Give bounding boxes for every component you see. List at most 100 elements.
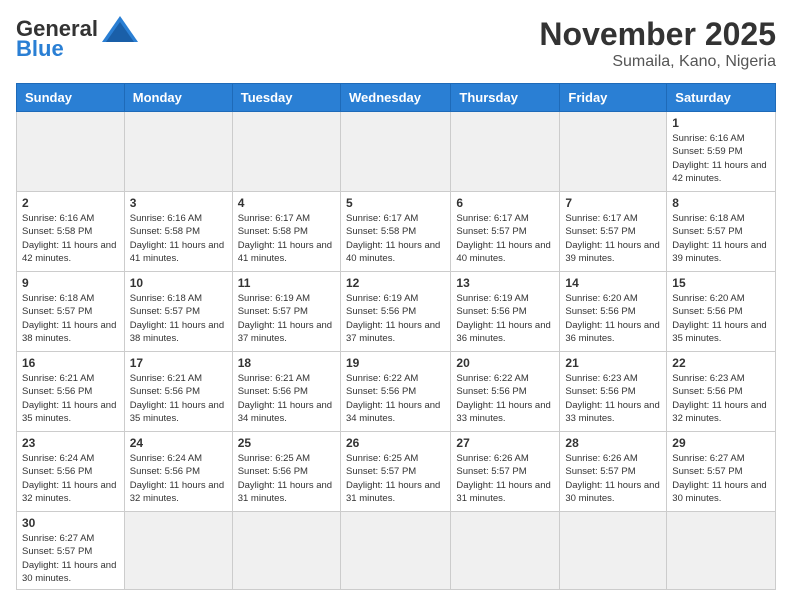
day-info: Sunrise: 6:21 AM Sunset: 5:56 PM Dayligh… — [22, 372, 119, 425]
day-number: 25 — [238, 436, 335, 450]
day-info: Sunrise: 6:17 AM Sunset: 5:57 PM Dayligh… — [565, 212, 661, 265]
day-info: Sunrise: 6:20 AM Sunset: 5:56 PM Dayligh… — [565, 292, 661, 345]
calendar-week-row: 2 Sunrise: 6:16 AM Sunset: 5:58 PM Daylig… — [17, 192, 776, 272]
day-info: Sunrise: 6:25 AM Sunset: 5:56 PM Dayligh… — [238, 452, 335, 505]
day-info: Sunrise: 6:18 AM Sunset: 5:57 PM Dayligh… — [22, 292, 119, 345]
calendar-week-row: 23Sunrise: 6:24 AM Sunset: 5:56 PM Dayli… — [17, 432, 776, 512]
day-number: 1 — [672, 116, 770, 130]
weekday-header-tuesday: Tuesday — [232, 84, 340, 112]
calendar-cell: 20Sunrise: 6:22 AM Sunset: 5:56 PM Dayli… — [451, 352, 560, 432]
calendar-cell: 30Sunrise: 6:27 AM Sunset: 5:57 PM Dayli… — [17, 512, 125, 590]
calendar-cell: 12 Sunrise: 6:19 AM Sunset: 5:56 PM Dayli… — [340, 272, 450, 352]
calendar-cell: 19Sunrise: 6:22 AM Sunset: 5:56 PM Dayli… — [340, 352, 450, 432]
calendar-cell: 14 Sunrise: 6:20 AM Sunset: 5:56 PM Dayli… — [560, 272, 667, 352]
calendar-cell: 3Sunrise: 6:16 AM Sunset: 5:58 PM Daylig… — [124, 192, 232, 272]
day-info: Sunrise: 6:19 AM Sunset: 5:56 PM Dayligh… — [456, 292, 554, 345]
day-info: Sunrise: 6:16 AM Sunset: 5:59 PM Dayligh… — [672, 132, 770, 185]
calendar-cell — [340, 112, 450, 192]
day-number: 6 — [456, 196, 554, 210]
location-title: Sumaila, Kano, Nigeria — [539, 53, 776, 71]
day-info: Sunrise: 6:22 AM Sunset: 5:56 PM Dayligh… — [456, 372, 554, 425]
weekday-header-wednesday: Wednesday — [340, 84, 450, 112]
calendar-cell: 8Sunrise: 6:18 AM Sunset: 5:57 PM Daylig… — [667, 192, 776, 272]
weekday-header-monday: Monday — [124, 84, 232, 112]
day-number: 10 — [130, 276, 227, 290]
calendar-cell: 15 Sunrise: 6:20 AM Sunset: 5:56 PM Dayli… — [667, 272, 776, 352]
day-info: Sunrise: 6:20 AM Sunset: 5:56 PM Dayligh… — [672, 292, 770, 345]
day-number: 17 — [130, 356, 227, 370]
calendar-cell: 6 Sunrise: 6:17 AM Sunset: 5:57 PM Daylig… — [451, 192, 560, 272]
day-number: 27 — [456, 436, 554, 450]
month-title: November 2025 — [539, 16, 776, 53]
day-info: Sunrise: 6:24 AM Sunset: 5:56 PM Dayligh… — [130, 452, 227, 505]
day-number: 9 — [22, 276, 119, 290]
day-number: 2 — [22, 196, 119, 210]
day-info: Sunrise: 6:18 AM Sunset: 5:57 PM Dayligh… — [672, 212, 770, 265]
calendar-cell: 16 Sunrise: 6:21 AM Sunset: 5:56 PM Dayli… — [17, 352, 125, 432]
calendar-cell: 26 Sunrise: 6:25 AM Sunset: 5:57 PM Dayli… — [340, 432, 450, 512]
weekday-header-row: SundayMondayTuesdayWednesdayThursdayFrid… — [17, 84, 776, 112]
calendar-cell: 23Sunrise: 6:24 AM Sunset: 5:56 PM Dayli… — [17, 432, 125, 512]
day-number: 18 — [238, 356, 335, 370]
logo: General Blue — [16, 16, 138, 62]
day-number: 22 — [672, 356, 770, 370]
calendar-cell: 1 Sunrise: 6:16 AM Sunset: 5:59 PM Daylig… — [667, 112, 776, 192]
day-info: Sunrise: 6:21 AM Sunset: 5:56 PM Dayligh… — [238, 372, 335, 425]
calendar-cell: 24 Sunrise: 6:24 AM Sunset: 5:56 PM Dayli… — [124, 432, 232, 512]
calendar-cell: 21Sunrise: 6:23 AM Sunset: 5:56 PM Dayli… — [560, 352, 667, 432]
calendar-week-row: 9 Sunrise: 6:18 AM Sunset: 5:57 PM Daylig… — [17, 272, 776, 352]
day-number: 7 — [565, 196, 661, 210]
weekday-header-thursday: Thursday — [451, 84, 560, 112]
day-info: Sunrise: 6:22 AM Sunset: 5:56 PM Dayligh… — [346, 372, 445, 425]
calendar-cell — [667, 512, 776, 590]
calendar-week-row: 16 Sunrise: 6:21 AM Sunset: 5:56 PM Dayli… — [17, 352, 776, 432]
calendar-table: SundayMondayTuesdayWednesdayThursdayFrid… — [16, 83, 776, 590]
calendar-cell — [560, 512, 667, 590]
day-number: 29 — [672, 436, 770, 450]
calendar-week-row: 30Sunrise: 6:27 AM Sunset: 5:57 PM Dayli… — [17, 512, 776, 590]
day-number: 12 — [346, 276, 445, 290]
calendar-cell: 13 Sunrise: 6:19 AM Sunset: 5:56 PM Dayli… — [451, 272, 560, 352]
calendar-cell: 29 Sunrise: 6:27 AM Sunset: 5:57 PM Dayli… — [667, 432, 776, 512]
day-info: Sunrise: 6:27 AM Sunset: 5:57 PM Dayligh… — [672, 452, 770, 505]
calendar-cell: 7 Sunrise: 6:17 AM Sunset: 5:57 PM Daylig… — [560, 192, 667, 272]
calendar-week-row: 1 Sunrise: 6:16 AM Sunset: 5:59 PM Daylig… — [17, 112, 776, 192]
calendar-cell: 4Sunrise: 6:17 AM Sunset: 5:58 PM Daylig… — [232, 192, 340, 272]
day-number: 13 — [456, 276, 554, 290]
day-info: Sunrise: 6:16 AM Sunset: 5:58 PM Dayligh… — [22, 212, 119, 265]
calendar-cell — [124, 112, 232, 192]
day-number: 24 — [130, 436, 227, 450]
day-number: 26 — [346, 436, 445, 450]
calendar-cell — [124, 512, 232, 590]
calendar-cell — [560, 112, 667, 192]
calendar-cell: 9 Sunrise: 6:18 AM Sunset: 5:57 PM Daylig… — [17, 272, 125, 352]
calendar-cell: 28 Sunrise: 6:26 AM Sunset: 5:57 PM Dayli… — [560, 432, 667, 512]
day-info: Sunrise: 6:26 AM Sunset: 5:57 PM Dayligh… — [565, 452, 661, 505]
calendar-cell — [451, 112, 560, 192]
calendar-cell: 11Sunrise: 6:19 AM Sunset: 5:57 PM Dayli… — [232, 272, 340, 352]
logo-blue-text: Blue — [16, 36, 64, 62]
day-info: Sunrise: 6:17 AM Sunset: 5:58 PM Dayligh… — [346, 212, 445, 265]
weekday-header-saturday: Saturday — [667, 84, 776, 112]
day-number: 21 — [565, 356, 661, 370]
calendar-cell — [232, 112, 340, 192]
day-info: Sunrise: 6:24 AM Sunset: 5:56 PM Dayligh… — [22, 452, 119, 505]
day-number: 16 — [22, 356, 119, 370]
calendar-cell — [17, 112, 125, 192]
day-info: Sunrise: 6:17 AM Sunset: 5:57 PM Dayligh… — [456, 212, 554, 265]
day-info: Sunrise: 6:21 AM Sunset: 5:56 PM Dayligh… — [130, 372, 227, 425]
calendar-cell: 5Sunrise: 6:17 AM Sunset: 5:58 PM Daylig… — [340, 192, 450, 272]
title-section: November 2025 Sumaila, Kano, Nigeria — [539, 16, 776, 71]
day-info: Sunrise: 6:18 AM Sunset: 5:57 PM Dayligh… — [130, 292, 227, 345]
day-number: 30 — [22, 516, 119, 530]
day-info: Sunrise: 6:19 AM Sunset: 5:56 PM Dayligh… — [346, 292, 445, 345]
calendar-cell: 17 Sunrise: 6:21 AM Sunset: 5:56 PM Dayli… — [124, 352, 232, 432]
day-number: 15 — [672, 276, 770, 290]
day-info: Sunrise: 6:26 AM Sunset: 5:57 PM Dayligh… — [456, 452, 554, 505]
day-number: 28 — [565, 436, 661, 450]
day-number: 14 — [565, 276, 661, 290]
day-info: Sunrise: 6:25 AM Sunset: 5:57 PM Dayligh… — [346, 452, 445, 505]
day-number: 11 — [238, 276, 335, 290]
calendar-cell: 22Sunrise: 6:23 AM Sunset: 5:56 PM Dayli… — [667, 352, 776, 432]
weekday-header-friday: Friday — [560, 84, 667, 112]
